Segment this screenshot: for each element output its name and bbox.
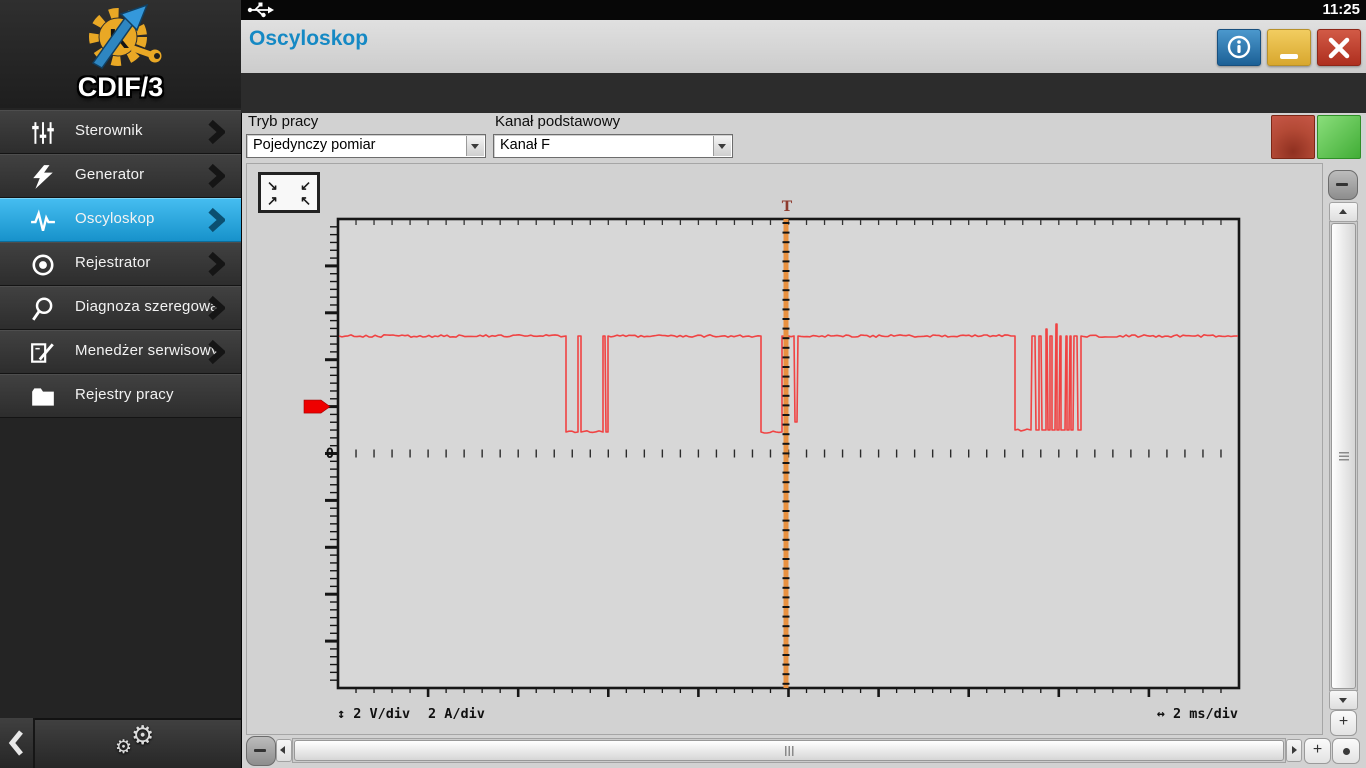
vertical-scrollbar-thumb[interactable] (1331, 223, 1356, 689)
minus-icon (254, 749, 266, 752)
sidebar-item-menedzer-serwisowy[interactable]: Menedżer serwisowy (0, 330, 241, 374)
chevron-right-icon (207, 339, 227, 365)
zoom-out-horizontal-button[interactable] (246, 736, 276, 766)
record-icon (30, 252, 56, 278)
mode-label: Tryb pracy (248, 113, 319, 130)
arrow-nw-icon: ↖ (300, 193, 311, 208)
page-title: Oscyloskop (249, 27, 369, 50)
info-button[interactable] (1217, 29, 1261, 66)
scroll-down-button[interactable] (1329, 690, 1358, 710)
app-window: K CDIF/3 Sterownik Gener (0, 0, 1366, 768)
mode-select[interactable]: Pojedynczy pomiar (246, 134, 486, 158)
volt-per-div-label: ↕ 2 V/div (337, 706, 411, 722)
folder-icon (30, 384, 56, 410)
arrow-se-icon: ↘ (267, 178, 278, 193)
service-book-icon (30, 340, 56, 366)
stop-button[interactable] (1271, 115, 1315, 159)
sidebar-item-rejestrator[interactable]: Rejestrator (0, 242, 241, 286)
gear-icon: ⚙ (131, 720, 155, 750)
arrow-sw-icon: ↙ (300, 178, 311, 193)
minimize-button[interactable] (1267, 29, 1311, 66)
minimize-icon (1280, 54, 1298, 59)
magnifier-icon (30, 296, 56, 322)
usb-icon (247, 2, 274, 18)
chevron-right-icon (207, 251, 227, 277)
start-button[interactable] (1317, 115, 1361, 159)
thumb-grip (785, 746, 794, 756)
settings-button[interactable]: ⚙ ⚙ (35, 718, 241, 768)
sidebar: K CDIF/3 Sterownik Gener (0, 0, 242, 768)
scroll-up-button[interactable] (1329, 202, 1358, 222)
lightning-icon (30, 164, 56, 190)
chevron-down-icon[interactable] (713, 136, 731, 156)
chevron-right-icon (207, 163, 227, 189)
amp-per-div-label: 2 A/div (428, 706, 485, 722)
zoom-in-vertical-button[interactable]: + (1330, 710, 1357, 736)
horizontal-scrollbar-thumb[interactable] (294, 740, 1284, 761)
close-icon (1328, 37, 1350, 59)
app-logo: K CDIF/3 (0, 0, 241, 108)
cdif-logo-icon: K (89, 4, 162, 69)
zoom-in-horizontal-button[interactable]: + (1304, 738, 1331, 764)
sidebar-item-diagnoza-szeregowa[interactable]: Diagnoza szeregowa (0, 286, 241, 330)
sliders-icon (30, 120, 56, 146)
horizontal-scrollbar-track[interactable] (292, 738, 1286, 763)
chevron-right-icon (207, 119, 227, 145)
vertical-scrollbar-track[interactable] (1329, 221, 1358, 691)
reset-view-button[interactable] (1332, 738, 1360, 764)
sidebar-item-oscyloskop[interactable]: Oscyloskop (0, 198, 241, 242)
chevron-down-icon[interactable] (466, 136, 484, 156)
header-bar: Oscyloskop (241, 20, 1366, 73)
gear-icon: ⚙ (115, 737, 133, 758)
channel-label: Kanał podstawowy (495, 113, 621, 130)
scroll-left-button[interactable] (276, 739, 292, 762)
triangle-right-icon (1292, 746, 1297, 754)
trigger-label[interactable]: T (779, 199, 795, 215)
zero-axis-label: 0 (325, 446, 334, 462)
zoom-out-vertical-button[interactable] (1328, 170, 1358, 200)
triangle-down-icon (1339, 698, 1347, 703)
minus-icon (1336, 183, 1348, 186)
back-button[interactable] (0, 718, 35, 768)
status-bar: 11:25 (241, 0, 1366, 20)
sidebar-item-sterownik[interactable]: Sterownik (0, 110, 241, 154)
toolbar-spacer (241, 73, 1366, 113)
info-icon (1227, 35, 1251, 59)
arrow-ne-icon: ↗ (267, 193, 278, 208)
chevron-right-icon (207, 207, 227, 233)
time-per-div-label: ↔ 2 ms/div (1156, 706, 1238, 722)
chevron-left-icon (8, 730, 23, 756)
triangle-left-icon (280, 746, 285, 754)
channel-select-value: Kanał F (500, 137, 550, 153)
fit-view-button[interactable]: ↘ ↙ ↗ ↖ (258, 172, 320, 213)
logo-text: CDIF/3 (77, 72, 164, 102)
close-button[interactable] (1317, 29, 1361, 66)
scroll-right-button[interactable] (1286, 739, 1302, 762)
chevron-right-icon (207, 295, 227, 321)
sidebar-item-generator[interactable]: Generator (0, 154, 241, 198)
clock: 11:25 (1322, 1, 1360, 18)
channel-select[interactable]: Kanał F (493, 134, 733, 158)
scope-panel (246, 163, 1323, 735)
thumb-grip (1339, 452, 1349, 461)
mode-select-value: Pojedynczy pomiar (253, 137, 376, 153)
waveform-icon (30, 208, 56, 234)
dot-icon (1342, 747, 1350, 755)
triangle-up-icon (1339, 209, 1347, 214)
sidebar-item-rejestry-pracy[interactable]: Rejestry pracy (0, 374, 241, 418)
